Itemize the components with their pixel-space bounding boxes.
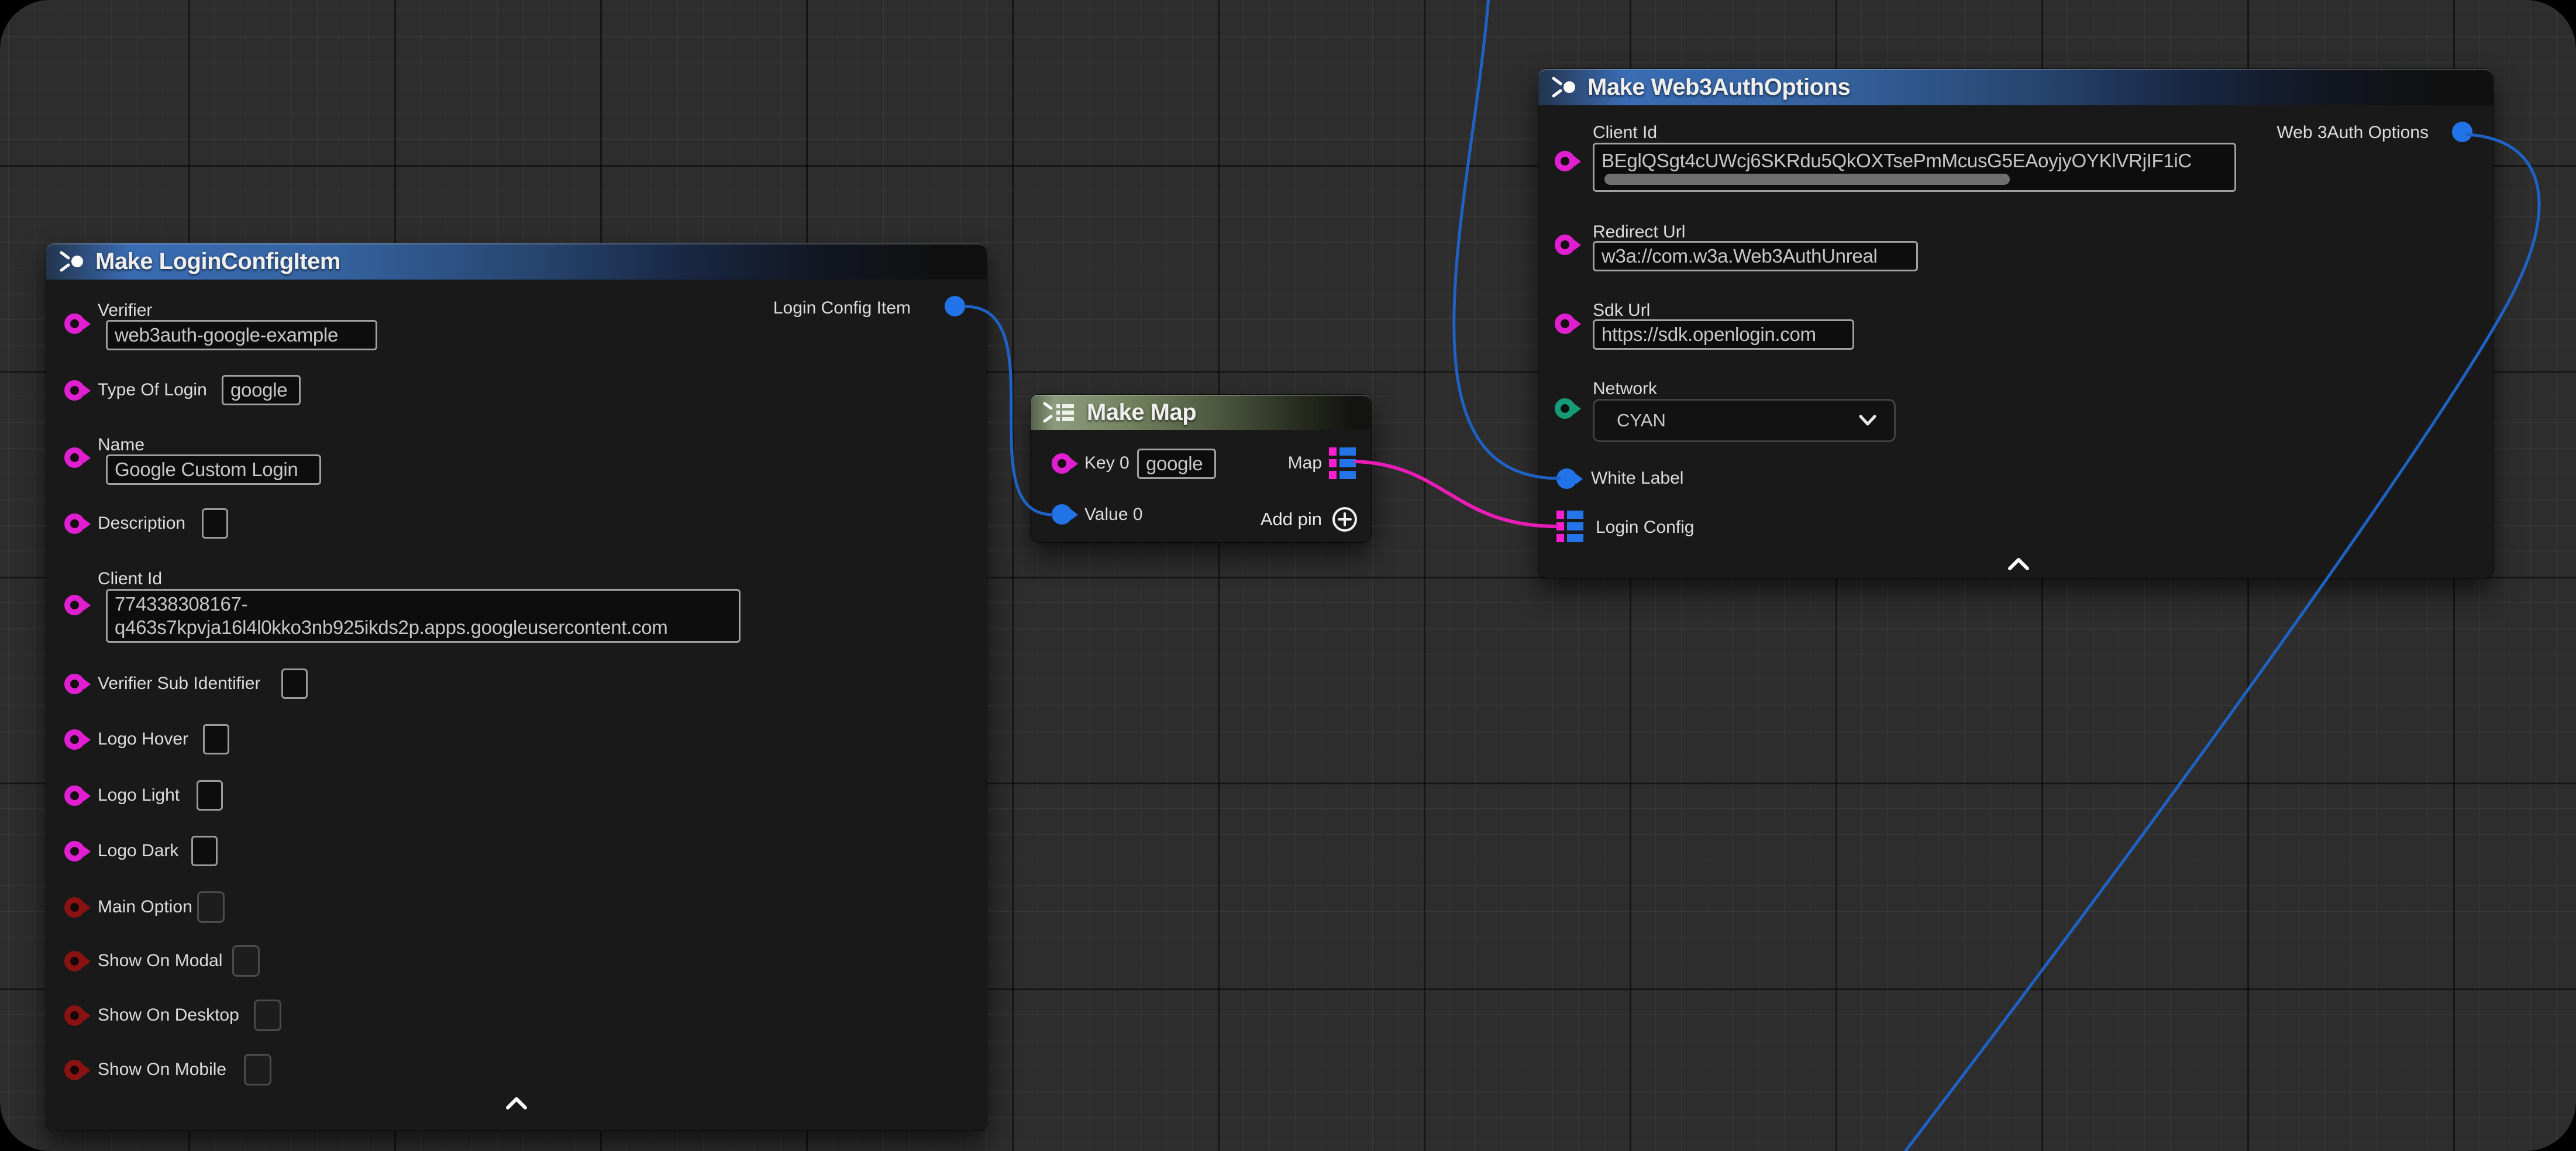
verifier-sub-identifier-pin[interactable] bbox=[64, 674, 85, 694]
show-on-mobile-pin[interactable] bbox=[64, 1060, 85, 1080]
key-0-field[interactable]: google bbox=[1137, 449, 1216, 479]
add-pin-button[interactable]: Add pin bbox=[1261, 506, 1358, 533]
type-of-login-field[interactable]: google bbox=[222, 375, 301, 405]
show-on-modal-checkbox[interactable] bbox=[232, 945, 260, 977]
pin-label-redirect-url: Redirect Url bbox=[1593, 222, 1685, 243]
login-config-item-output-pin[interactable] bbox=[945, 296, 965, 316]
pin-label-value-0: Value 0 bbox=[1084, 504, 1143, 525]
logo-dark-pin[interactable] bbox=[64, 841, 85, 861]
node-header[interactable]: Make LoginConfigItem bbox=[46, 243, 987, 280]
client-id-scrollbar[interactable] bbox=[1604, 174, 2010, 185]
pin-label-show-on-mobile: Show On Mobile bbox=[98, 1059, 226, 1080]
pin-label-sdk-url: Sdk Url bbox=[1593, 300, 1650, 321]
node-header[interactable]: Make Web3AuthOptions bbox=[1538, 69, 2493, 105]
description-pin[interactable] bbox=[64, 514, 85, 534]
pin-label-login-config: Login Config bbox=[1596, 517, 1694, 538]
node-header[interactable]: Make Map bbox=[1031, 395, 1371, 430]
output-label-login-config-item: Login Config Item bbox=[773, 298, 911, 319]
chevron-down-icon bbox=[1858, 414, 1878, 427]
client-id-pin[interactable] bbox=[1555, 151, 1575, 171]
output-label-web3auth-options: Web 3Auth Options bbox=[2277, 122, 2429, 143]
wire-map-to-login-config[interactable] bbox=[1356, 461, 1557, 526]
network-selected-value: CYAN bbox=[1617, 410, 1858, 431]
node-make-login-config-item[interactable]: Make LoginConfigItem Verifier web3auth-g… bbox=[46, 243, 987, 1131]
redirect-url-field[interactable]: w3a://com.w3a.Web3AuthUnreal bbox=[1593, 241, 1918, 271]
make-map-icon bbox=[1042, 401, 1077, 424]
node-title: Make Map bbox=[1087, 399, 1196, 426]
main-option-pin[interactable] bbox=[64, 897, 85, 918]
verifier-field[interactable]: web3auth-google-example bbox=[106, 320, 377, 350]
key-0-pin[interactable] bbox=[1052, 453, 1072, 474]
node-title: Make LoginConfigItem bbox=[95, 249, 340, 275]
node-make-web3auth-options[interactable]: Make Web3AuthOptions Client Id BEglQSgt4… bbox=[1538, 69, 2493, 578]
logo-hover-pin[interactable] bbox=[64, 729, 85, 750]
sdk-url-field[interactable]: https://sdk.openlogin.com bbox=[1593, 319, 1854, 350]
web3auth-options-output-pin[interactable] bbox=[2452, 122, 2472, 142]
network-dropdown[interactable]: CYAN bbox=[1593, 399, 1896, 442]
network-pin[interactable] bbox=[1555, 398, 1575, 419]
pin-label-show-on-desktop: Show On Desktop bbox=[98, 1005, 239, 1026]
pin-label-logo-hover: Logo Hover bbox=[98, 729, 188, 750]
logo-light-pin[interactable] bbox=[64, 785, 85, 806]
pin-label-main-option: Main Option bbox=[98, 897, 192, 918]
pin-label-show-on-modal: Show On Modal bbox=[98, 950, 222, 971]
show-on-desktop-pin[interactable] bbox=[64, 1005, 85, 1026]
pin-label-logo-dark: Logo Dark bbox=[98, 840, 178, 861]
verifier-sub-identifier-field[interactable] bbox=[281, 668, 308, 699]
add-pin-label: Add pin bbox=[1261, 509, 1322, 530]
redirect-url-pin[interactable] bbox=[1555, 235, 1575, 255]
show-on-mobile-checkbox[interactable] bbox=[244, 1054, 271, 1085]
client-id-line2: q463s7kpvja16l4l0kko3nb925ikds2p.apps.go… bbox=[115, 616, 668, 639]
pin-label-white-label: White Label bbox=[1591, 468, 1683, 489]
chevron-up-icon bbox=[504, 1096, 529, 1110]
pin-label-client-id: Client Id bbox=[98, 568, 162, 590]
map-output-pin[interactable] bbox=[1329, 447, 1356, 479]
blueprint-graph-canvas[interactable]: Make LoginConfigItem Verifier web3auth-g… bbox=[0, 0, 2576, 1151]
logo-light-field[interactable] bbox=[197, 780, 223, 811]
chevron-up-icon bbox=[2006, 557, 2031, 571]
pin-label-logo-light: Logo Light bbox=[98, 785, 180, 806]
pin-label-type-of-login: Type Of Login bbox=[98, 380, 207, 401]
node-title: Make Web3AuthOptions bbox=[1587, 74, 1850, 101]
pin-label-key-0: Key 0 bbox=[1084, 453, 1129, 474]
show-on-desktop-checkbox[interactable] bbox=[254, 1000, 281, 1031]
main-option-checkbox[interactable] bbox=[197, 891, 225, 923]
client-id-field[interactable]: 774338308167- q463s7kpvja16l4l0kko3nb925… bbox=[106, 589, 741, 643]
sdk-url-pin[interactable] bbox=[1555, 313, 1575, 334]
output-label-map: Map bbox=[1259, 453, 1322, 474]
show-on-modal-pin[interactable] bbox=[64, 951, 85, 971]
name-pin[interactable] bbox=[64, 447, 85, 468]
login-config-pin[interactable] bbox=[1556, 511, 1583, 542]
pin-label-verifier-sub-identifier: Verifier Sub Identifier bbox=[98, 673, 260, 694]
white-label-pin[interactable] bbox=[1556, 468, 1577, 489]
node-make-map[interactable]: Make Map Key 0 google Map Value 0 Add pi… bbox=[1031, 395, 1371, 542]
collapse-node-button[interactable] bbox=[2006, 557, 2031, 574]
collapse-node-button[interactable] bbox=[504, 1096, 529, 1113]
pin-label-verifier: Verifier bbox=[98, 300, 152, 321]
verifier-pin[interactable] bbox=[64, 313, 85, 334]
pin-label-description: Description bbox=[98, 513, 185, 534]
name-field[interactable]: Google Custom Login bbox=[106, 454, 321, 485]
logo-dark-field[interactable] bbox=[191, 836, 218, 866]
make-struct-icon bbox=[58, 250, 86, 273]
pin-label-network: Network bbox=[1593, 378, 1657, 399]
value-0-pin[interactable] bbox=[1052, 504, 1072, 525]
client-id-pin[interactable] bbox=[64, 595, 85, 615]
add-pin-plus-icon bbox=[1331, 506, 1358, 533]
make-struct-icon bbox=[1550, 75, 1578, 99]
client-id-line1: 774338308167- bbox=[115, 592, 247, 616]
description-field[interactable] bbox=[202, 508, 228, 539]
pin-label-name: Name bbox=[98, 435, 144, 456]
logo-hover-field[interactable] bbox=[203, 724, 229, 754]
pin-label-client-id: Client Id bbox=[1593, 122, 1657, 143]
type-of-login-pin[interactable] bbox=[64, 380, 85, 401]
